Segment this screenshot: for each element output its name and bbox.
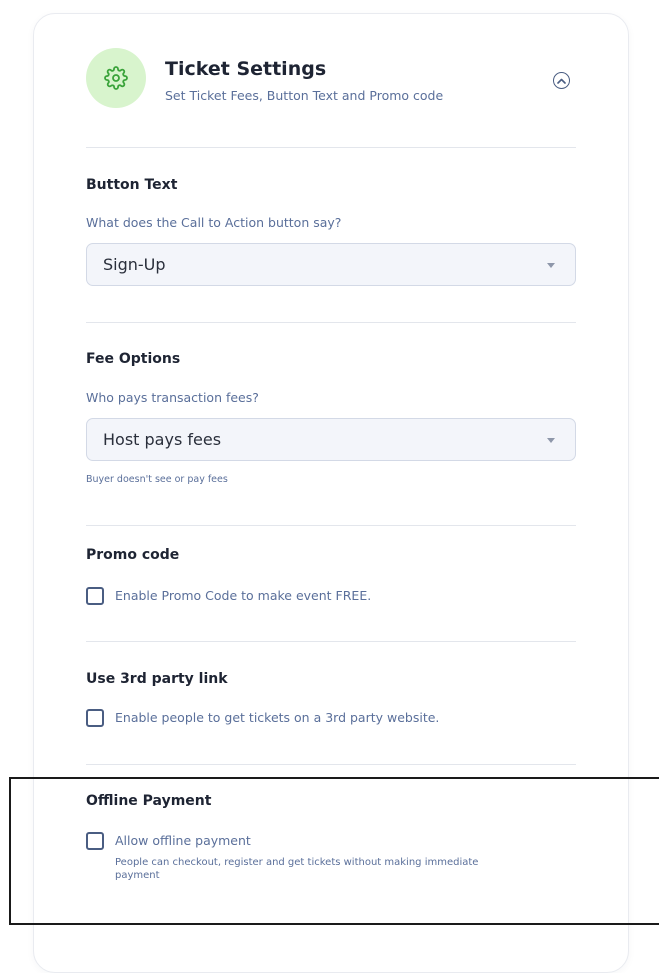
divider [86,641,576,642]
button-text-heading: Button Text [86,177,178,193]
third-party-heading: Use 3rd party link [86,671,228,687]
collapse-button[interactable] [553,72,570,89]
page-title: Ticket Settings [165,58,327,80]
divider [86,525,576,526]
fee-options-question: Who pays transaction fees? [86,390,259,405]
gear-icon [104,66,128,90]
offline-payment-checkbox-label[interactable]: Allow offline payment [115,833,251,848]
caret-down-icon [547,263,555,268]
settings-icon-badge [86,48,146,108]
button-text-selected-value: Sign-Up [103,255,166,274]
button-text-question: What does the Call to Action button say? [86,215,342,230]
caret-down-icon [547,438,555,443]
offline-payment-description: People can checkout, register and get ti… [115,857,479,881]
third-party-checkbox-label[interactable]: Enable people to get tickets on a 3rd pa… [115,710,439,725]
promo-code-checkbox[interactable] [86,587,104,605]
promo-code-heading: Promo code [86,547,180,563]
offline-payment-heading: Offline Payment [86,793,212,809]
promo-code-checkbox-label[interactable]: Enable Promo Code to make event FREE. [115,588,371,603]
button-text-select[interactable]: Sign-Up [86,243,576,286]
page-subtitle: Set Ticket Fees, Button Text and Promo c… [165,88,444,103]
fee-options-helper-text: Buyer doesn't see or pay fees [86,474,228,485]
divider [86,764,576,765]
fee-options-heading: Fee Options [86,351,181,367]
offline-payment-checkbox[interactable] [86,832,104,850]
third-party-checkbox[interactable] [86,709,104,727]
fee-options-selected-value: Host pays fees [103,430,222,449]
divider [86,322,576,323]
ticket-settings-card [33,13,629,973]
chevron-up-icon [557,78,566,84]
fee-options-select[interactable]: Host pays fees [86,418,576,461]
divider [86,147,576,148]
